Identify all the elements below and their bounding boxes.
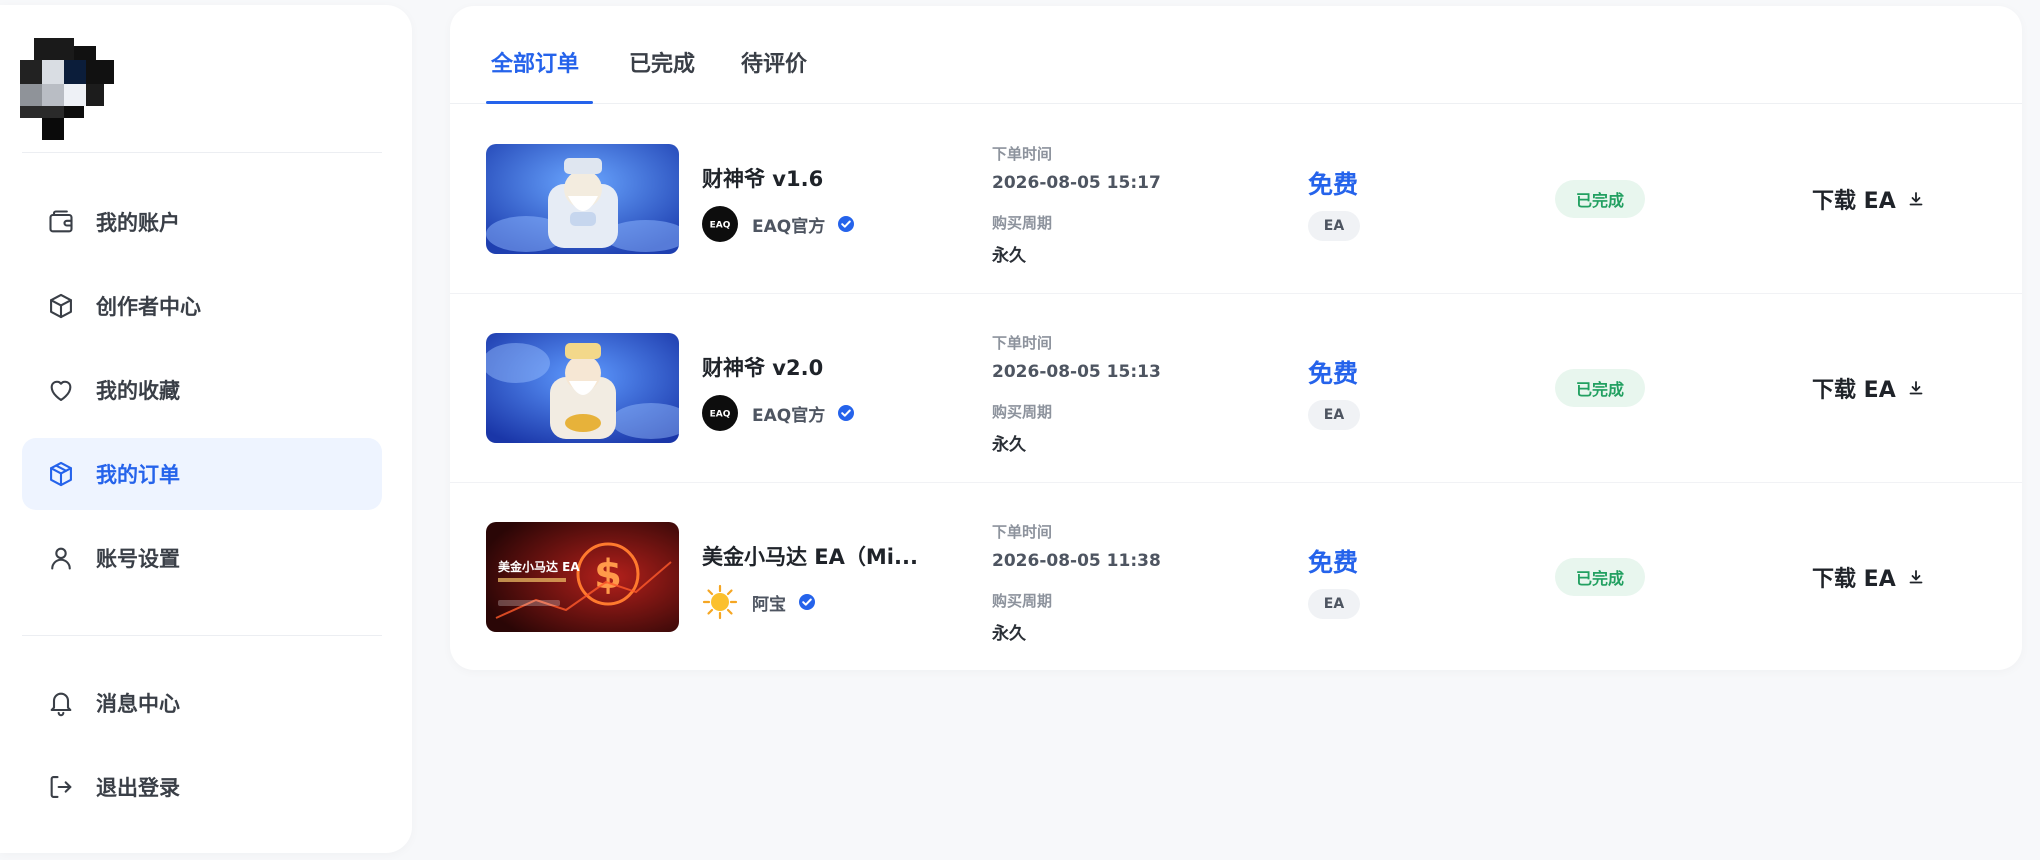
status-badge: 已完成 xyxy=(1555,180,1645,218)
order-time-label: 下单时间 xyxy=(992,523,1053,541)
svg-text:美金小马达 EA: 美金小马达 EA xyxy=(498,559,580,574)
order-time: 2026-08-05 11:38 xyxy=(992,551,1161,571)
verified-badge-icon xyxy=(838,216,855,232)
logout-icon xyxy=(46,772,76,802)
sidebar: 我的账户 创作者中心 我的收藏 我的订单 账号设置 消息中心 退出登录 xyxy=(0,5,412,853)
order-time: 2026-08-05 15:17 xyxy=(992,173,1161,193)
sidebar-divider xyxy=(22,635,382,636)
sidebar-item-label: 消息中心 xyxy=(96,692,180,716)
order-time-label: 下单时间 xyxy=(992,334,1053,352)
active-tab-indicator xyxy=(486,101,593,104)
orders-panel: 全部订单 已完成 待评价 财神爷 v1.6 EAQ EAQ官方 下单时间 202… xyxy=(450,6,2022,670)
download-icon xyxy=(1909,381,1923,395)
sidebar-item-settings[interactable]: 账号设置 xyxy=(22,522,382,594)
package-icon xyxy=(46,459,76,489)
sidebar-item-orders[interactable]: 我的订单 xyxy=(22,438,382,510)
order-tabs: 全部订单 已完成 待评价 xyxy=(450,6,2022,104)
author-name: EAQ官方 xyxy=(752,216,826,237)
heart-icon xyxy=(46,375,76,405)
sidebar-item-label: 我的订单 xyxy=(96,463,180,487)
period-value: 永久 xyxy=(992,435,1026,455)
product-title[interactable]: 财神爷 v2.0 xyxy=(702,352,823,382)
period-label: 购买周期 xyxy=(992,592,1053,610)
svg-text:$: $ xyxy=(594,552,622,598)
price: 免费 xyxy=(1308,170,1359,199)
period-value: 永久 xyxy=(992,246,1026,266)
status-badge: 已完成 xyxy=(1555,558,1645,596)
tab-all-orders[interactable]: 全部订单 xyxy=(491,46,579,78)
product-title[interactable]: 财神爷 v1.6 xyxy=(702,163,823,193)
sidebar-item-favorites[interactable]: 我的收藏 xyxy=(22,354,382,426)
verified-badge-icon xyxy=(799,594,815,610)
author-info: EAQ EAQ官方 xyxy=(702,206,855,242)
svg-text:EAQ: EAQ xyxy=(710,221,731,231)
sidebar-item-label: 创作者中心 xyxy=(96,295,201,319)
download-icon xyxy=(1909,192,1923,206)
svg-text:EAQ: EAQ xyxy=(710,410,731,420)
verified-badge-icon xyxy=(838,405,855,421)
order-row: 财神爷 v2.0 EAQ EAQ官方 下单时间 2026-08-05 15:13… xyxy=(450,294,2022,483)
period-label: 购买周期 xyxy=(992,403,1053,421)
product-thumbnail[interactable] xyxy=(486,333,679,443)
sidebar-divider xyxy=(22,152,382,153)
tab-pending-review[interactable]: 待评价 xyxy=(741,46,807,78)
download-label: 下载 EA xyxy=(1812,378,1896,403)
order-time: 2026-08-05 15:13 xyxy=(992,362,1161,382)
type-tag: EA xyxy=(1308,589,1360,619)
sidebar-item-creator-center[interactable]: 创作者中心 xyxy=(22,270,382,342)
sidebar-item-label: 退出登录 xyxy=(96,776,180,800)
type-tag: EA xyxy=(1308,400,1360,430)
sidebar-item-label: 我的账户 xyxy=(96,211,180,235)
author-info: EAQ EAQ官方 xyxy=(702,395,855,431)
status-badge: 已完成 xyxy=(1555,369,1645,407)
type-tag: EA xyxy=(1308,211,1360,241)
download-icon xyxy=(1909,570,1923,584)
price: 免费 xyxy=(1308,548,1359,577)
download-button[interactable]: 下载 EA xyxy=(1812,561,1924,593)
sidebar-item-messages[interactable]: 消息中心 xyxy=(22,667,382,739)
order-row: 财神爷 v1.6 EAQ EAQ官方 下单时间 2026-08-05 15:17… xyxy=(450,105,2022,294)
sun-icon xyxy=(702,584,738,620)
order-row: $ 美金小马达 EA 美金小马达 EA（Mi... 阿宝 下单时间 2026-0… xyxy=(450,483,2022,672)
author-name: EAQ官方 xyxy=(752,405,826,426)
product-thumbnail[interactable] xyxy=(486,144,679,254)
product-title[interactable]: 美金小马达 EA（Mi... xyxy=(702,541,918,571)
download-button[interactable]: 下载 EA xyxy=(1812,372,1924,404)
order-time-label: 下单时间 xyxy=(992,145,1053,163)
sidebar-item-account[interactable]: 我的账户 xyxy=(22,186,382,258)
download-label: 下载 EA xyxy=(1812,189,1896,214)
price: 免费 xyxy=(1308,359,1359,388)
avatar[interactable] xyxy=(20,38,114,142)
author-name: 阿宝 xyxy=(752,594,786,615)
sidebar-item-label: 我的收藏 xyxy=(96,379,180,403)
period-label: 购买周期 xyxy=(992,214,1053,232)
author-info: 阿宝 xyxy=(702,584,816,620)
product-thumbnail[interactable]: $ 美金小马达 EA xyxy=(486,522,679,632)
user-icon xyxy=(46,543,76,573)
tab-completed[interactable]: 已完成 xyxy=(629,46,695,78)
author-avatar: EAQ xyxy=(702,395,738,431)
sidebar-item-label: 账号设置 xyxy=(96,547,180,571)
cube-icon xyxy=(46,291,76,321)
download-button[interactable]: 下载 EA xyxy=(1812,183,1924,215)
wallet-icon xyxy=(46,207,76,237)
period-value: 永久 xyxy=(992,624,1026,644)
sidebar-item-logout[interactable]: 退出登录 xyxy=(22,751,382,823)
bell-icon xyxy=(46,688,76,718)
author-avatar: EAQ xyxy=(702,206,738,242)
download-label: 下载 EA xyxy=(1812,567,1896,592)
